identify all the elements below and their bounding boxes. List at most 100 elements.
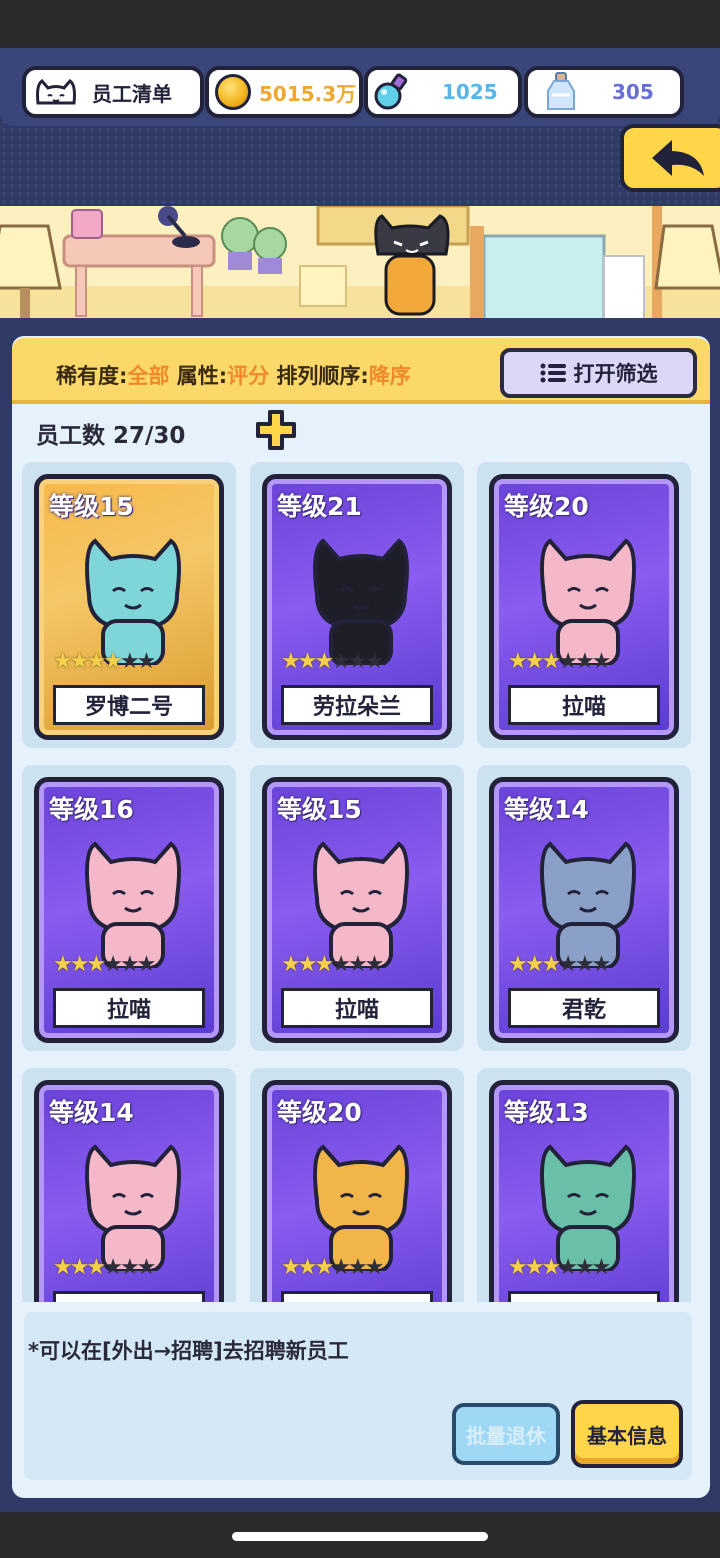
star-icon: ★ [86, 1255, 106, 1280]
star-icon: ★ [331, 1255, 351, 1280]
star-rating: ★★★★★★ [281, 649, 385, 674]
star-icon: ★ [347, 1255, 368, 1280]
staff-portrait [297, 828, 425, 970]
staff-portrait [524, 828, 652, 970]
star-icon: ★ [347, 952, 368, 977]
staff-card[interactable]: 等级20 ★★★★★★ 拉喵 [489, 474, 679, 740]
list-icon [540, 363, 566, 383]
star-icon: ★ [314, 1255, 334, 1280]
star-icon: ★ [558, 649, 578, 674]
open-filter-label: 打开筛选 [573, 362, 658, 386]
star-icon: ★ [541, 1255, 561, 1280]
star-icon: ★ [508, 952, 528, 977]
bottle-value: 305 [612, 80, 654, 104]
staff-level: 等级15 [277, 795, 362, 824]
staff-card[interactable]: 等级15 ★★★★★★ 罗博二号 [34, 474, 224, 740]
star-icon: ★ [281, 1255, 301, 1280]
back-button[interactable] [620, 124, 720, 192]
star-rating: ★★★★★★ [281, 952, 384, 977]
rarity-label: 稀有度: [56, 364, 128, 388]
star-icon: ★ [574, 1255, 595, 1280]
star-icon: ★ [364, 649, 385, 674]
room-scene [0, 206, 720, 324]
coin-value: 5015.3万 [259, 81, 357, 106]
staff-count-value: 27/30 [113, 423, 186, 449]
star-icon: ★ [53, 952, 73, 977]
star-icon: ★ [86, 649, 106, 674]
star-icon: ★ [103, 649, 123, 674]
home-indicator[interactable] [232, 1532, 488, 1541]
star-icon: ★ [574, 952, 595, 977]
star-icon: ★ [364, 1255, 385, 1280]
star-icon: ★ [281, 649, 301, 674]
star-icon: ★ [508, 649, 528, 674]
star-icon: ★ [558, 952, 578, 977]
star-icon: ★ [574, 649, 595, 674]
star-icon: ★ [136, 649, 157, 674]
coin-counter[interactable]: 5015.3万 [205, 66, 363, 118]
staff-name: 拉喵 [281, 988, 433, 1028]
staff-card-slot: 等级20 ★★★★★★ 拉喵 [477, 462, 691, 748]
open-filter-button[interactable]: 打开筛选 [500, 348, 697, 398]
staff-name: 罗博二号 [53, 685, 205, 725]
batch-retire-button[interactable]: 批量退休 [452, 1403, 560, 1465]
staff-card-slot: 等级16 ★★★★★★ 拉喵 [22, 765, 236, 1051]
staff-portrait [69, 525, 197, 667]
star-icon: ★ [297, 649, 318, 674]
bottle-counter[interactable]: 305 [524, 66, 684, 118]
staff-card-slot: 等级15 ★★★★★★ 罗博二号 [22, 462, 236, 748]
star-icon: ★ [314, 649, 334, 674]
star-icon: ★ [314, 952, 334, 977]
title-pill: 员工清单 [22, 66, 204, 118]
staff-level: 等级21 [277, 492, 362, 521]
star-icon: ★ [331, 952, 351, 977]
star-icon: ★ [119, 1255, 140, 1280]
staff-card[interactable]: 等级20 ★★★★★★ [262, 1080, 452, 1302]
staff-level: 等级20 [277, 1098, 362, 1127]
page-title: 员工清单 [92, 81, 172, 106]
rarity-value: 全部 [127, 364, 170, 388]
staff-card-slot: 等级14 ★★★★★★ 君乾 [477, 765, 691, 1051]
staff-card-slot: 等级13 ★★★★★★ [477, 1068, 691, 1302]
star-icon: ★ [331, 649, 351, 674]
staff-name: 拉喵 [508, 685, 660, 725]
star-icon: ★ [136, 1255, 157, 1280]
recruit-hint: *可以在[外出→招聘]去招聘新员工 [28, 1339, 349, 1363]
star-rating: ★★★★★★ [281, 1255, 385, 1280]
star-icon: ★ [591, 1255, 612, 1280]
staff-name [508, 1291, 660, 1302]
staff-card[interactable]: 等级14 ★★★★★★ 君乾 [489, 777, 679, 1043]
star-icon: ★ [69, 649, 90, 674]
staff-name: 君乾 [508, 988, 660, 1028]
staff-level: 等级14 [49, 1098, 134, 1127]
add-staff-button[interactable] [256, 410, 296, 450]
staff-portrait [297, 525, 425, 667]
star-icon: ★ [558, 1255, 578, 1280]
star-rating: ★★★★★★ [508, 1255, 612, 1280]
staff-portrait [524, 525, 652, 667]
star-icon: ★ [347, 649, 368, 674]
staff-card-slot: 等级21 ★★★★★★ 劳拉朵兰 [250, 462, 464, 748]
star-rating: ★★★★★★ [53, 649, 157, 674]
staff-card[interactable]: 等级15 ★★★★★★ 拉喵 [262, 777, 452, 1043]
star-rating: ★★★★★★ [53, 1255, 157, 1280]
staff-card-slot: 等级20 ★★★★★★ [250, 1068, 464, 1302]
star-icon: ★ [281, 952, 301, 977]
staff-level: 等级15 [49, 492, 134, 521]
star-rating: ★★★★★★ [508, 649, 611, 674]
staff-card[interactable]: 等级16 ★★★★★★ 拉喵 [34, 777, 224, 1043]
potion-counter[interactable]: 1025 [364, 66, 522, 118]
staff-portrait [297, 1131, 425, 1273]
star-icon: ★ [69, 952, 90, 977]
basic-info-button[interactable]: 基本信息 [571, 1400, 683, 1468]
staff-card[interactable]: 等级13 ★★★★★★ [489, 1080, 679, 1302]
attr-value: 评分 [227, 364, 270, 388]
staff-card[interactable]: 等级14 ★★★★★★ [34, 1080, 224, 1302]
star-rating: ★★★★★★ [508, 952, 611, 977]
staff-card-slot: 等级14 ★★★★★★ [22, 1068, 236, 1302]
staff-card[interactable]: 等级21 ★★★★★★ 劳拉朵兰 [262, 474, 452, 740]
order-value: 降序 [368, 364, 411, 388]
star-icon: ★ [524, 952, 545, 977]
filter-summary[interactable]: 稀有度:全部 属性:评分 排列顺序:降序 [56, 360, 411, 390]
staff-card-slot: 等级15 ★★★★★★ 拉喵 [250, 765, 464, 1051]
